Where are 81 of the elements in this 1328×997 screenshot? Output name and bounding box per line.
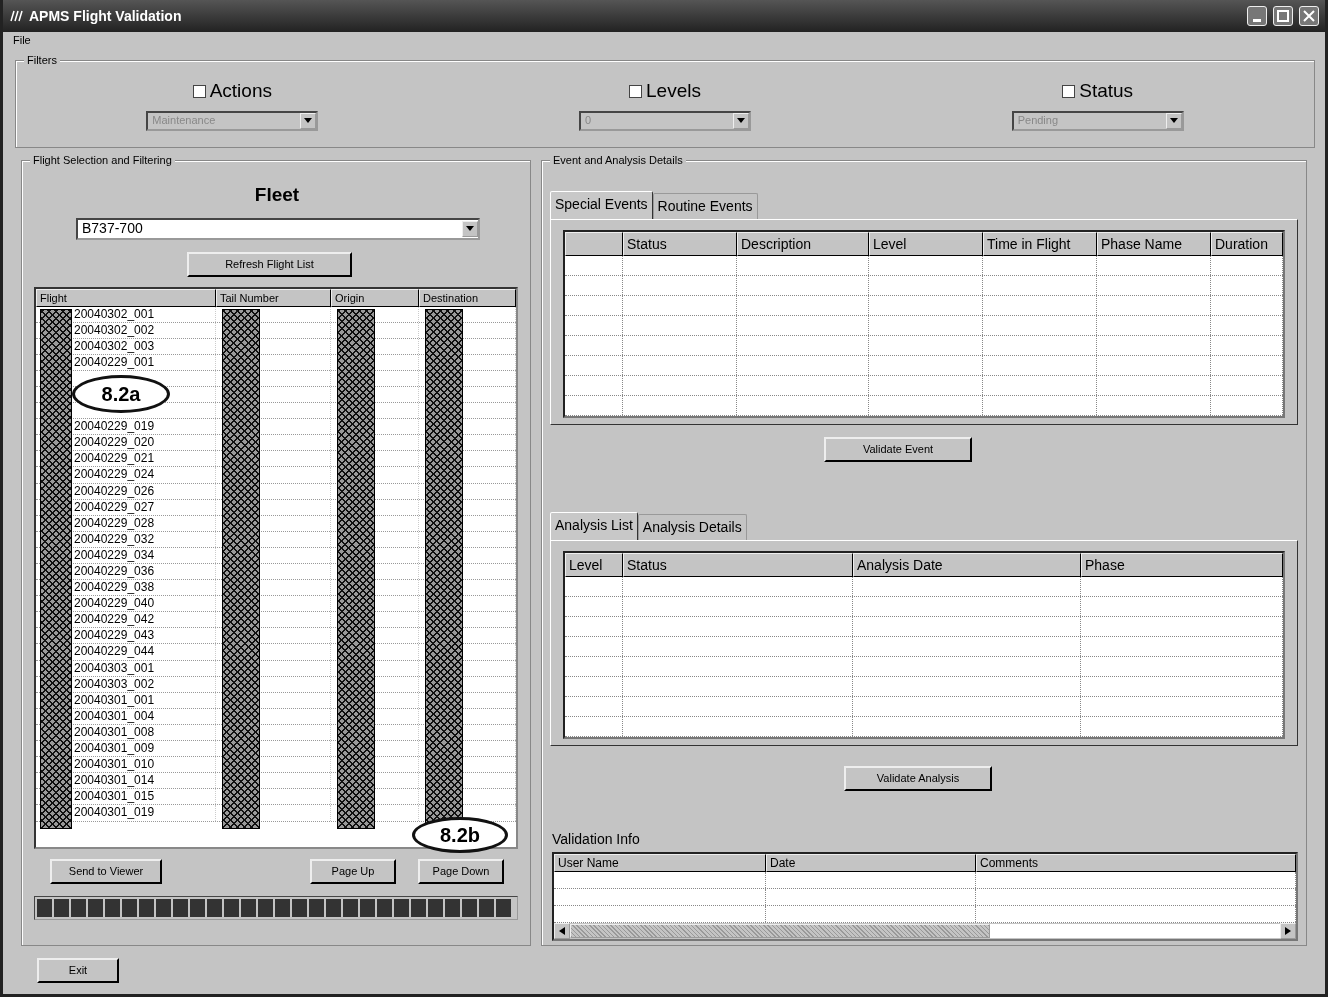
flight-cell[interactable]: 20040303_002 [74,676,155,691]
column-header[interactable]: Time in Flight [983,232,1097,256]
validate-analysis-button[interactable]: Validate Analysis [844,766,992,791]
flight-cell[interactable]: 20040229_036 [74,564,155,578]
flight-cell[interactable]: 20040229_043 [74,628,155,643]
column-header[interactable]: Analysis Date [853,553,1081,577]
tab[interactable]: Analysis List [550,512,638,540]
window-title: APMS Flight Validation [29,6,182,26]
button[interactable]: Page Up [310,858,396,884]
refresh-button[interactable]: Refresh Flight List [187,251,352,277]
close-button[interactable] [1299,6,1319,26]
section-title: Validation Info [552,830,640,849]
column-header[interactable]: Status [623,553,853,577]
flight-cell[interactable]: 20040229_019 [74,419,155,434]
menu-item[interactable]: File [13,32,31,48]
column-header[interactable]: User Name [554,854,766,872]
validate-event-button[interactable]: Validate Event [824,437,972,462]
column-header[interactable]: Comments [976,854,1296,872]
flight-cell[interactable]: 20040229_021 [74,451,155,466]
column-header[interactable]: Duration [1211,232,1283,256]
caret-icon [304,118,313,123]
flight-cell[interactable]: 20040301_004 [74,708,155,723]
left-arrow-icon [559,927,565,935]
column-header[interactable]: Phase Name [1097,232,1211,256]
exit-button[interactable]: Exit [37,958,119,983]
flight-cell[interactable]: 20040303_001 [74,660,155,675]
flight-cell[interactable]: 20040301_010 [74,757,155,772]
minimize-button[interactable] [1247,6,1267,26]
group-label: Event and Analysis Details [550,154,686,167]
flight-cell[interactable]: 20040302_002 [74,322,155,337]
column-header[interactable]: Tail Number [216,288,331,307]
flight-cell[interactable]: 20040229_024 [74,467,155,482]
button[interactable]: Page Down [418,858,504,884]
callout-label: 8.2a [72,374,170,413]
flight-cell[interactable]: 20040301_019 [74,805,155,820]
flight-cell[interactable]: 20040302_003 [74,338,155,353]
flight-cell[interactable]: 20040229_027 [74,499,155,514]
caret-icon [737,118,745,123]
flight-cell[interactable]: 20040301_008 [74,724,155,739]
column-header[interactable]: Level [565,553,623,577]
flight-cell[interactable]: 20040229_040 [74,596,155,611]
group-label: Flight Selection and Filtering [30,154,175,167]
caret-icon [466,226,474,231]
flight-cell[interactable]: 20040229_042 [74,612,155,627]
flight-cell[interactable]: 20040229_032 [74,531,155,546]
flight-cell[interactable]: 20040229_044 [74,644,155,659]
flight-cell[interactable]: 20040229_001 [74,354,155,369]
tab[interactable]: Special Events [550,191,653,219]
column-header[interactable]: Destination [419,288,516,307]
fleet-label: Fleet [253,183,301,207]
flight-cell[interactable]: 20040229_034 [74,547,155,562]
flight-cell[interactable]: 20040229_038 [74,580,155,595]
maximize-button[interactable] [1273,6,1293,26]
column-header[interactable]: Level [869,232,983,256]
close-icon [1303,10,1315,22]
tab[interactable]: Routine Events [652,193,758,219]
maximize-icon [1277,10,1289,22]
flight-cell[interactable]: 20040302_001 [74,306,155,321]
flight-cell[interactable]: 20040229_028 [74,515,155,530]
flight-cell[interactable]: 20040229_020 [74,435,155,450]
tab[interactable]: Analysis Details [637,514,747,540]
fleet-dropdown[interactable]: B737-700 [76,217,480,240]
button[interactable]: Send to Viewer [50,858,162,884]
flight-cell[interactable]: 20040301_001 [74,692,155,707]
minimize-icon [1253,18,1261,22]
flight-cell[interactable]: 20040301_014 [74,773,155,788]
blank-header [565,232,623,256]
column-header[interactable]: Status [623,232,737,256]
column-header[interactable]: Flight [36,288,216,307]
flight-cell[interactable]: 20040301_009 [74,741,155,756]
group-label: Filters [24,54,60,67]
right-arrow-icon [1285,927,1291,935]
caret-icon [1169,118,1178,123]
app-icon [9,9,23,23]
column-header[interactable]: Origin [331,288,419,307]
horizontal-scrollbar[interactable] [554,923,1296,939]
column-header[interactable]: Date [766,854,976,872]
flight-cell[interactable]: 20040229_026 [74,483,155,498]
column-header[interactable]: Phase [1081,553,1283,577]
flight-cell[interactable]: 20040301_015 [74,789,155,804]
column-header[interactable]: Description [737,232,869,256]
